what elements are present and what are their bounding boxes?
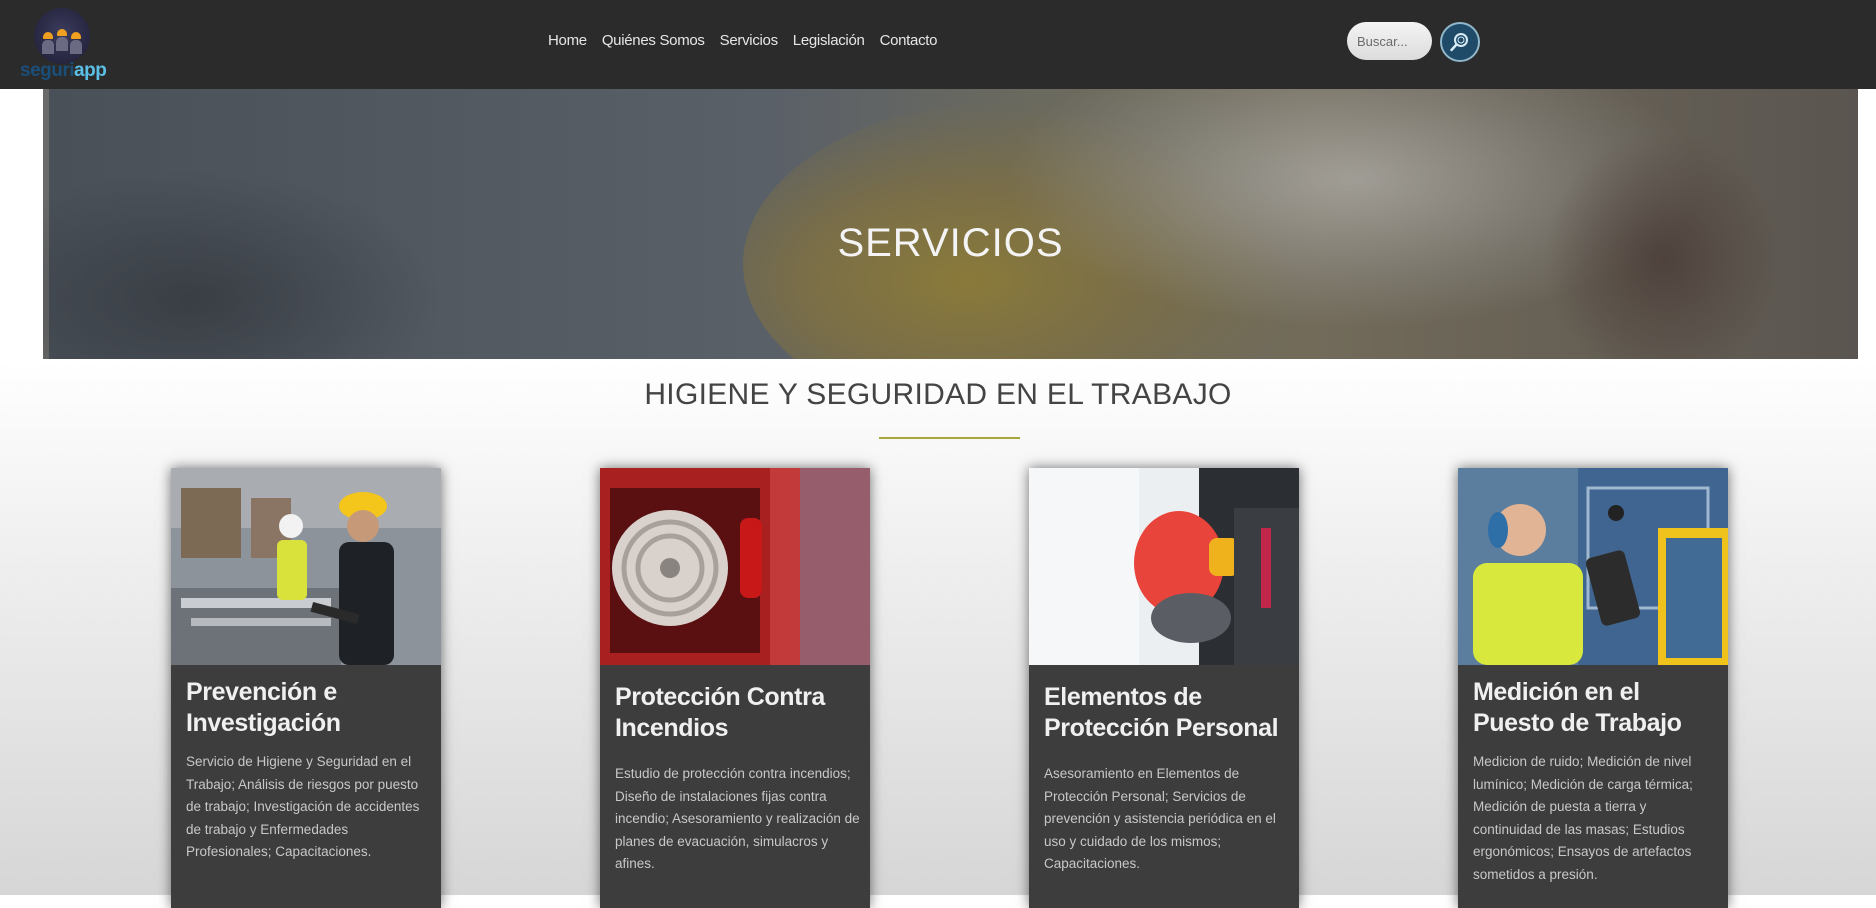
main-nav: Home Quiénes Somos Servicios Legislación… xyxy=(548,32,952,49)
worker-figure-icon xyxy=(42,32,54,54)
card-title: Medición en el Puesto de Trabajo xyxy=(1473,678,1682,737)
search-input[interactable] xyxy=(1347,22,1432,60)
logo-wordmark: seguriapp xyxy=(20,60,107,81)
card-image-measurement xyxy=(1458,468,1728,665)
section-title: HIGIENE Y SEGURIDAD EN EL TRABAJO xyxy=(644,378,1232,411)
card-title: Prevención e Investigación xyxy=(186,678,341,737)
card-description: Estudio de protección contra incendios; … xyxy=(615,766,860,872)
card-description: Servicio de Higiene y Seguridad en el Tr… xyxy=(186,754,420,860)
search-button[interactable] xyxy=(1440,22,1480,62)
card-image-workers xyxy=(171,468,441,665)
hero-banner: SERVICIOS xyxy=(43,89,1858,359)
card-title: Elementos de Protección Personal xyxy=(1044,683,1279,742)
brand-logo[interactable]: seguriapp xyxy=(20,8,107,81)
navbar: seguriapp Home Quiénes Somos Servicios L… xyxy=(0,0,1876,89)
card-title: Protección Contra Incendios xyxy=(615,683,825,742)
service-card-medicion[interactable]: Medición en el Puesto de Trabajo Medicio… xyxy=(1458,468,1728,908)
magnifier-icon xyxy=(1450,33,1468,52)
logo-emblem xyxy=(34,8,90,64)
nav-home[interactable]: Home xyxy=(548,32,587,49)
card-description: Medicion de ruido; Medición de nivel lum… xyxy=(1473,754,1693,882)
hero-title: SERVICIOS xyxy=(837,220,1064,265)
nav-contacto[interactable]: Contacto xyxy=(880,32,938,49)
section-underline xyxy=(879,437,1020,439)
nav-quienes-somos[interactable]: Quiénes Somos xyxy=(602,32,705,49)
worker-figure-icon xyxy=(70,32,82,54)
service-card-incendios[interactable]: Protección Contra Incendios Estudio de p… xyxy=(600,468,870,908)
service-card-prevencion[interactable]: Prevención e Investigación Servicio de H… xyxy=(171,468,441,908)
nav-servicios[interactable]: Servicios xyxy=(720,32,778,49)
card-image-fire-hose xyxy=(600,468,870,665)
nav-legislacion[interactable]: Legislación xyxy=(793,32,865,49)
card-description: Asesoramiento en Elementos de Protección… xyxy=(1044,766,1276,872)
service-card-epp[interactable]: Elementos de Protección Personal Asesora… xyxy=(1029,468,1299,908)
worker-figure-icon xyxy=(56,29,68,51)
card-image-ppe xyxy=(1029,468,1299,665)
